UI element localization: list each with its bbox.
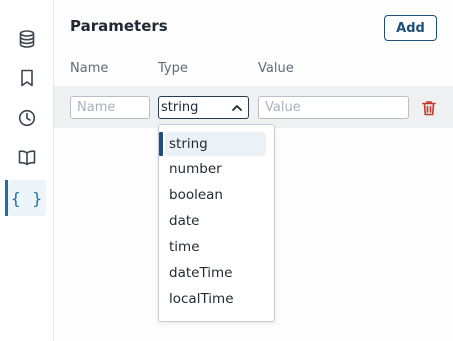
page-title: Parameters <box>70 17 168 35</box>
parameter-type-value: string <box>161 100 199 115</box>
column-header-value: Value <box>258 61 294 76</box>
dropdown-option-localtime[interactable]: localTime <box>159 286 274 312</box>
sidebar-item-saved[interactable] <box>8 60 46 96</box>
dropdown-option-date[interactable]: date <box>159 208 274 234</box>
sidebar-item-database[interactable] <box>8 21 46 57</box>
sidebar-item-docs[interactable] <box>8 140 46 176</box>
dropdown-option-boolean[interactable]: boolean <box>159 182 274 208</box>
database-icon <box>19 30 35 48</box>
sidebar-item-parameters[interactable]: { } <box>8 180 46 216</box>
column-header-name: Name <box>70 61 109 76</box>
sidebar-item-history[interactable] <box>8 100 46 136</box>
column-header-type: Type <box>158 61 188 76</box>
add-parameter-button[interactable]: Add <box>384 15 437 41</box>
parameter-type-select[interactable]: string <box>158 96 249 119</box>
sidebar: { } <box>0 0 54 341</box>
dropdown-option-number[interactable]: number <box>159 156 274 182</box>
clock-icon <box>18 109 36 127</box>
dropdown-option-string[interactable]: string <box>159 132 266 156</box>
dropdown-option-datetime[interactable]: dateTime <box>159 260 274 286</box>
bookmark-icon <box>21 69 33 87</box>
braces-icon: { } <box>11 188 43 208</box>
parameters-panel: Parameters Add Name Type Value string st… <box>54 0 453 341</box>
parameter-name-input[interactable] <box>70 96 150 119</box>
dropdown-option-time[interactable]: time <box>159 234 274 260</box>
chevron-up-icon <box>232 104 242 111</box>
type-dropdown-list: string number boolean date time dateTime… <box>158 124 275 322</box>
book-icon <box>18 150 36 166</box>
trash-icon[interactable] <box>420 99 438 117</box>
parameter-value-input[interactable] <box>258 96 409 119</box>
